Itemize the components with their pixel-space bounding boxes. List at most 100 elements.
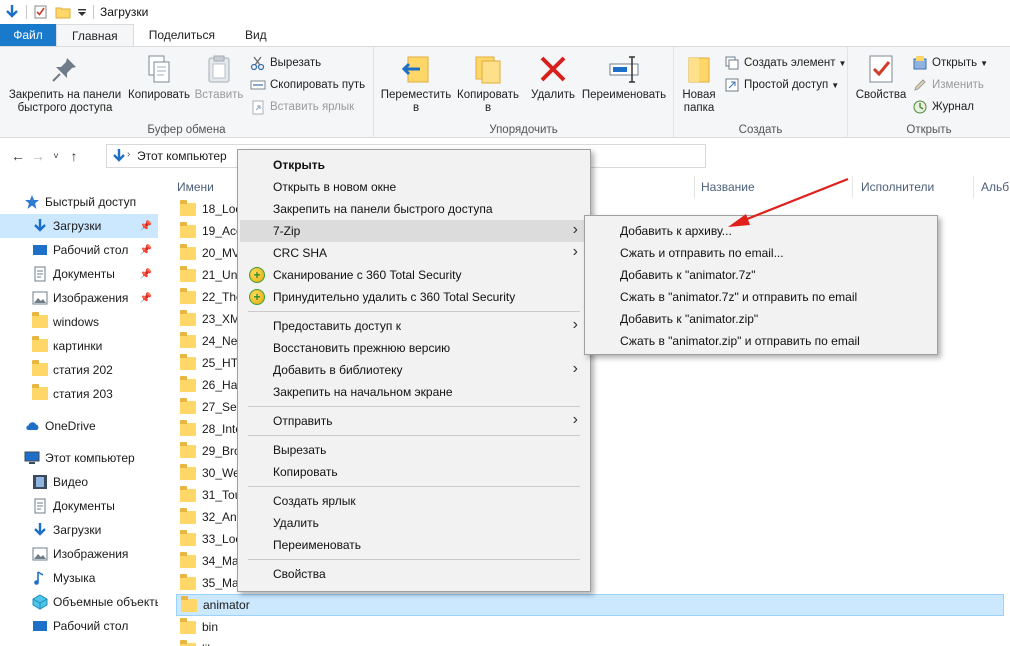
recent-locations-chevron-icon[interactable]: ˅ [48,144,64,168]
copy-button[interactable]: Копировать [126,53,192,102]
column-header-album[interactable]: Альб [981,176,1009,198]
context-menu-item[interactable]: Открыть [240,154,588,176]
move-to-button[interactable]: Переместить в [380,53,452,115]
nav-item-kartinki[interactable]: картинки [0,334,158,358]
new-item-button[interactable]: Создать элемент ▼ [724,53,846,73]
pin-icon[interactable]: 📌 [140,293,152,304]
context-menu-item[interactable]: Открыть в новом окне [240,176,588,198]
nav-item-statia-203[interactable]: статия 203 [0,382,158,406]
context-menu-item[interactable]: Свойства [240,563,588,585]
history-button[interactable]: Журнал [912,97,974,117]
nav-pc-documents[interactable]: Документы [0,494,158,518]
submenu-item[interactable]: Сжать в "animator.zip" и отправить по em… [587,330,935,352]
folder-icon [180,332,196,348]
pin-icon[interactable]: 📌 [140,221,152,232]
context-menu-item[interactable]: 7-Zip › [240,220,588,242]
forward-arrow-icon[interactable]: → [28,144,48,168]
context-menu-item[interactable]: Переименовать [240,534,588,556]
context-menu-item[interactable]: Закрепить на начальном экране [240,381,588,403]
nav-pc-desktop[interactable]: Рабочий стол [0,614,158,638]
nav-pc-3d-objects[interactable]: Объемные объекты [0,590,158,614]
file-row-name: animator [203,598,250,612]
submenu-item[interactable]: Добавить к "animator.7z" [587,264,935,286]
nav-pc-video[interactable]: Видео [0,470,158,494]
chevron-right-icon: › [127,149,131,160]
properties-button[interactable]: Свойства [854,53,908,102]
new-folder-button[interactable]: Новая папка [680,53,718,115]
ribbon: Закрепить на панели быстрого доступа Коп… [0,46,1010,138]
context-menu-item[interactable]: CRC SHA › [240,242,588,264]
chevron-right-icon: › [572,411,578,428]
submenu-item[interactable]: Сжать в "animator.7z" и отправить по ema… [587,286,935,308]
submenu-item-label: Сжать в "animator.zip" и отправить по em… [620,334,860,348]
tab-file[interactable]: Файл [0,24,56,46]
column-header-artists[interactable]: Исполнители [861,176,934,198]
tab-share[interactable]: Поделиться [134,24,230,46]
file-row[interactable]: animator [176,594,1004,616]
tab-home[interactable]: Главная [56,24,134,47]
tab-view[interactable]: Вид [230,24,282,46]
paste-label: Вставить [194,89,244,101]
easy-access-button[interactable]: Простой доступ ▼ [724,75,839,95]
column-divider[interactable] [973,176,974,198]
menu-separator [248,435,580,436]
context-menu-item[interactable]: Закрепить на панели быстрого доступа [240,198,588,220]
nav-item-desktop[interactable]: Рабочий стол 📌 [0,238,158,262]
context-menu-item[interactable]: Создать ярлык [240,490,588,512]
nav-item-downloads[interactable]: Загрузки 📌 [0,214,158,238]
nav-this-pc[interactable]: Этот компьютер [0,446,158,470]
chevron-right-icon: › [572,221,578,238]
folder-icon [180,222,196,238]
copy-to-button[interactable]: Копировать в [454,53,522,115]
nav-item-windows[interactable]: windows [0,310,158,334]
context-menu-item-label: Закрепить на начальном экране [273,385,453,399]
nav-item-documents[interactable]: Документы 📌 [0,262,158,286]
edit-button[interactable]: Изменить [912,75,984,95]
download-arrow-icon[interactable] [4,4,20,20]
video-icon [32,474,48,490]
menu-separator [248,486,580,487]
nav-item-label: Рабочий стол [53,243,129,257]
context-menu-item[interactable]: Отправить › [240,410,588,432]
context-menu-item[interactable]: Восстановить прежнюю версию [240,337,588,359]
back-arrow-icon[interactable]: ← [8,144,28,168]
pin-icon[interactable]: 📌 [140,245,152,256]
context-menu-item[interactable]: Копировать [240,461,588,483]
ribbon-tabs: Файл Главная Поделиться Вид [0,24,1010,47]
nav-pc-downloads[interactable]: Загрузки [0,518,158,542]
paste-button[interactable]: Вставить [192,53,246,102]
file-row[interactable]: lib [176,638,1004,646]
submenu-item[interactable]: Добавить к "animator.zip" [587,308,935,330]
context-menu-item[interactable]: Предоставить доступ к › [240,315,588,337]
customize-toolbar-icon[interactable] [77,4,87,20]
new-folder-icon[interactable] [55,4,71,20]
context-menu-item[interactable]: Вырезать [240,439,588,461]
nav-onedrive[interactable]: OneDrive [0,414,158,438]
column-divider[interactable] [694,176,695,198]
divider [93,5,94,19]
nav-item-pictures[interactable]: Изображения 📌 [0,286,158,310]
pin-icon[interactable]: 📌 [140,269,152,280]
context-menu-item[interactable]: Добавить в библиотеку › [240,359,588,381]
context-menu-item[interactable]: + Принудительно удалить с 360 Total Secur… [240,286,588,308]
nav-item-statia-202[interactable]: статия 202 [0,358,158,382]
nav-pc-pictures[interactable]: Изображения [0,542,158,566]
open-button[interactable]: Открыть ▼ [912,53,988,73]
submenu-item[interactable]: Сжать и отправить по email... [587,242,935,264]
context-menu-item[interactable]: Удалить [240,512,588,534]
submenu-item-label: Сжать в "animator.7z" и отправить по ema… [620,290,858,304]
context-menu-item[interactable]: + Сканирование с 360 Total Security [240,264,588,286]
new-item-icon [724,55,740,71]
nav-pc-music[interactable]: Музыка [0,566,158,590]
file-row[interactable]: bin [176,616,1004,638]
nav-quick-access[interactable]: Быстрый доступ [0,190,158,214]
rename-button[interactable]: Переименовать [578,53,670,102]
paste-shortcut-button[interactable]: Вставить ярлык [250,97,354,117]
pin-quick-access-button[interactable]: Закрепить на панели быстрого доступа [4,53,126,115]
column-header-name[interactable]: Имени [177,176,214,198]
cut-button[interactable]: Вырезать [250,53,321,73]
up-arrow-icon[interactable]: ↑ [64,144,84,168]
delete-button[interactable]: Удалить [528,53,578,102]
copy-path-button[interactable]: Скопировать путь [250,75,365,95]
properties-check-icon[interactable] [33,4,49,20]
